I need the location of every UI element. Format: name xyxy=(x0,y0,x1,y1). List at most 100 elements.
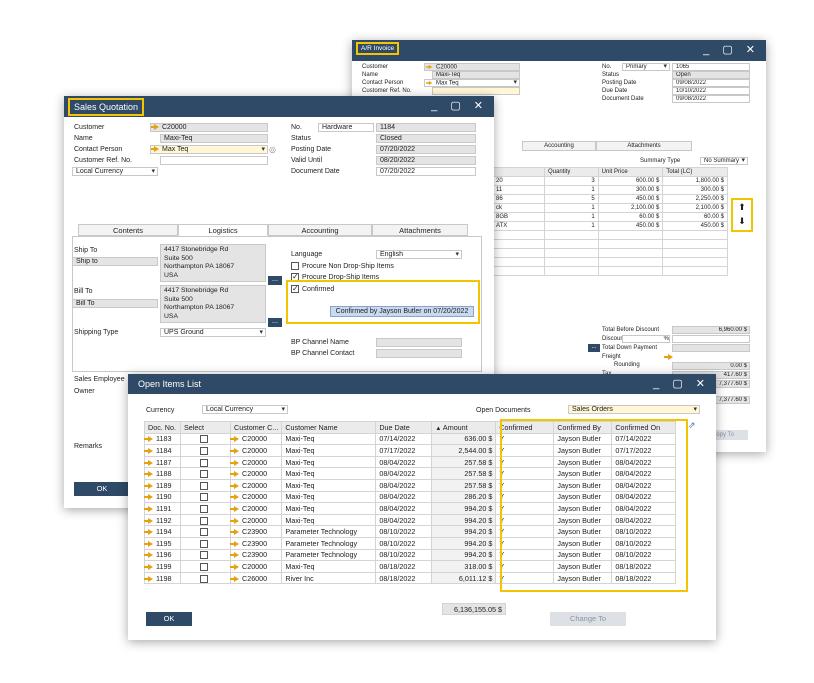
document-date-field[interactable]: 09/08/2022 xyxy=(672,95,750,103)
table-row[interactable]: 8GB 1 60.00 $60.00 $ xyxy=(492,212,728,222)
select-checkbox[interactable] xyxy=(200,528,208,537)
name-field[interactable]: Maxi-Teq xyxy=(160,134,268,143)
discount-amount-field[interactable] xyxy=(672,335,750,343)
select-checkbox[interactable] xyxy=(200,551,208,560)
customer-field[interactable]: C20000 xyxy=(424,63,520,71)
link-arrow-icon[interactable] xyxy=(230,448,239,455)
select-checkbox[interactable] xyxy=(200,435,208,444)
tab-logistics[interactable]: Logistics xyxy=(178,224,268,236)
table-row[interactable]: 11 1 300.00 $300.00 $ xyxy=(492,185,728,195)
shipping-type-select[interactable]: UPS Ground xyxy=(160,328,266,337)
select-checkbox[interactable] xyxy=(200,516,208,525)
ok-button[interactable]: OK xyxy=(74,482,130,496)
link-arrow-icon[interactable] xyxy=(144,494,153,501)
link-arrow-icon[interactable] xyxy=(144,448,153,455)
non-drop-ship-option[interactable]: Procure Non Drop-Ship Items xyxy=(291,262,394,270)
link-arrow-icon[interactable] xyxy=(144,471,153,478)
link-arrow-icon[interactable] xyxy=(144,564,153,571)
link-arrow-icon[interactable] xyxy=(425,64,433,70)
ref-field[interactable] xyxy=(160,156,268,165)
document-date-field[interactable]: 07/20/2022 xyxy=(376,167,476,176)
window-controls-icon[interactable]: _ ▢ ✕ xyxy=(703,43,760,56)
down-payment-button[interactable]: ... xyxy=(588,344,600,352)
select-checkbox[interactable] xyxy=(200,505,208,513)
column-settings-icon[interactable]: ⇗ xyxy=(688,420,696,431)
due-date-field[interactable]: 10/10/2022 xyxy=(672,87,750,95)
link-arrow-icon[interactable] xyxy=(230,471,239,478)
empty-row[interactable] xyxy=(492,248,728,258)
bp-channel-contact-field[interactable] xyxy=(376,349,462,358)
empty-row[interactable] xyxy=(492,230,728,240)
link-arrow-icon[interactable] xyxy=(144,529,153,536)
link-arrow-icon[interactable] xyxy=(144,482,153,489)
posting-date-field[interactable]: 09/08/2022 xyxy=(672,79,750,87)
select-checkbox[interactable] xyxy=(200,574,208,583)
confirmed-option[interactable]: Confirmed xyxy=(291,284,334,293)
series-select[interactable]: Hardware xyxy=(318,123,374,132)
link-arrow-icon[interactable] xyxy=(230,517,239,524)
link-arrow-icon[interactable] xyxy=(230,459,239,466)
currency-select[interactable]: Local Currency xyxy=(72,167,158,176)
window-controls-icon[interactable]: _ ▢ ✕ xyxy=(431,99,488,112)
link-arrow-icon[interactable] xyxy=(230,552,239,559)
ref-field[interactable] xyxy=(432,87,520,95)
doc-number-field[interactable]: 1065 xyxy=(672,63,750,71)
col-customer-name[interactable]: Customer Name xyxy=(281,421,377,434)
ship-to-select[interactable]: Ship to xyxy=(72,257,158,266)
select-checkbox[interactable] xyxy=(200,447,208,456)
col-select[interactable]: Select xyxy=(180,421,231,434)
tab-contents[interactable]: Contents xyxy=(78,224,178,236)
bill-to-edit-button[interactable]: ... xyxy=(268,317,282,327)
link-arrow-icon[interactable] xyxy=(151,146,159,153)
link-arrow-icon[interactable] xyxy=(144,436,153,443)
link-arrow-icon[interactable] xyxy=(144,506,153,513)
select-checkbox[interactable] xyxy=(200,539,208,548)
link-arrow-icon[interactable] xyxy=(230,506,239,513)
link-arrow-icon[interactable] xyxy=(144,459,153,466)
valid-until-field[interactable]: 08/20/2022 xyxy=(376,156,476,165)
table-row[interactable]: 86 5 450.00 $2,250.00 $ xyxy=(492,194,728,204)
customer-field[interactable]: C20000 xyxy=(150,123,268,132)
empty-row[interactable] xyxy=(492,239,728,249)
move-down-icon[interactable]: ⬇ xyxy=(733,214,751,228)
link-arrow-icon[interactable] xyxy=(144,575,153,582)
drop-ship-checkbox[interactable] xyxy=(291,272,299,281)
contact-field[interactable]: Max Teq xyxy=(424,79,520,87)
contact-field[interactable]: Max Teq xyxy=(150,145,268,154)
link-arrow-icon[interactable] xyxy=(144,517,153,524)
link-arrow-icon[interactable] xyxy=(230,482,239,489)
posting-date-field[interactable]: 07/20/2022 xyxy=(376,145,476,154)
bill-to-address[interactable]: 4417 Stonebridge Rd Suite 500 Northampto… xyxy=(160,285,266,323)
language-select[interactable]: English xyxy=(376,250,462,259)
select-checkbox[interactable] xyxy=(200,493,208,502)
ship-to-address[interactable]: 4417 Stonebridge Rd Suite 500 Northampto… xyxy=(160,244,266,282)
contact-info-icon[interactable]: ◎ xyxy=(269,145,276,154)
link-arrow-icon[interactable] xyxy=(144,552,153,559)
link-arrow-icon[interactable] xyxy=(425,80,433,86)
table-row[interactable]: ATX 1 450.00 $450.00 $ xyxy=(492,221,728,231)
discount-pct-field[interactable]: % xyxy=(622,335,670,343)
empty-row[interactable] xyxy=(492,257,728,267)
table-row[interactable]: ck 1 2,100.00 $2,100.00 $ xyxy=(492,203,728,213)
link-arrow-icon[interactable] xyxy=(230,436,239,443)
series-select[interactable]: Primary xyxy=(622,63,670,71)
confirmed-checkbox[interactable] xyxy=(291,284,299,293)
bp-channel-name-field[interactable] xyxy=(376,338,462,347)
change-to-button[interactable]: Change To xyxy=(550,612,626,626)
summary-type-select[interactable]: No Summary xyxy=(700,157,748,165)
ok-button[interactable]: OK xyxy=(146,612,192,626)
row-move-buttons[interactable]: ⬆ ⬇ xyxy=(731,198,753,232)
non-drop-ship-checkbox[interactable] xyxy=(291,262,299,270)
select-checkbox[interactable] xyxy=(200,562,208,571)
link-arrow-icon[interactable] xyxy=(230,564,239,571)
window-controls-icon[interactable]: _ ▢ ✕ xyxy=(653,377,710,390)
col-customer-code[interactable]: Customer C... xyxy=(229,421,283,434)
open-documents-select[interactable]: Sales Orders xyxy=(568,405,700,414)
link-arrow-icon[interactable] xyxy=(230,575,239,582)
empty-row[interactable] xyxy=(492,266,728,276)
bill-to-select[interactable]: Bill To xyxy=(72,299,158,308)
link-arrow-icon[interactable] xyxy=(230,529,239,536)
move-up-icon[interactable]: ⬆ xyxy=(733,200,751,214)
ship-to-edit-button[interactable]: ... xyxy=(268,275,282,285)
name-field[interactable]: Maxi-Teq xyxy=(432,71,520,79)
